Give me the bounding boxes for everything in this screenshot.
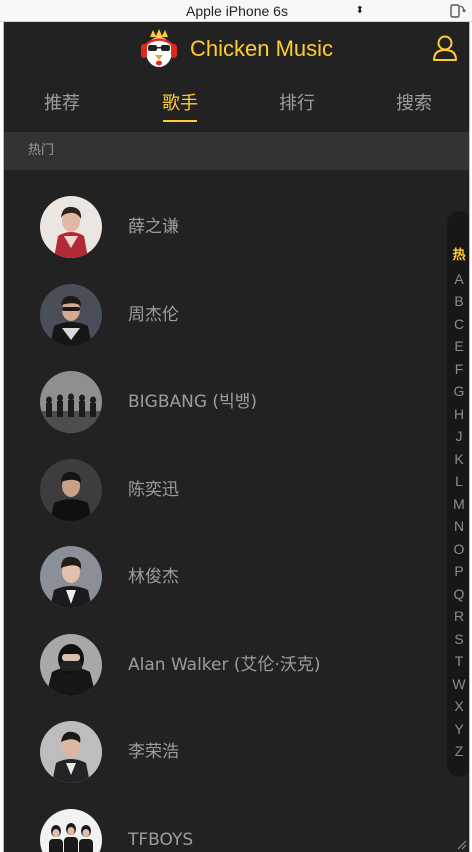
tab-recommend[interactable]: 推荐 bbox=[22, 84, 102, 124]
singer-item[interactable]: 陈奕迅 bbox=[4, 451, 444, 531]
index-letter[interactable]: 热 bbox=[447, 245, 469, 267]
device-name: Apple iPhone 6s bbox=[186, 3, 288, 19]
index-letter[interactable]: K bbox=[447, 448, 469, 470]
singer-name: 林俊杰 bbox=[128, 567, 179, 587]
tab-bar: 推荐 歌手 排行 搜索 bbox=[4, 84, 469, 128]
singer-name: TFBOYS bbox=[128, 830, 194, 850]
singer-item[interactable]: 李荣浩 bbox=[4, 713, 444, 793]
index-letter[interactable]: Z bbox=[447, 740, 469, 762]
index-letter[interactable]: B bbox=[447, 290, 469, 312]
singer-name: 陈奕迅 bbox=[128, 480, 179, 500]
index-letter[interactable]: X bbox=[447, 695, 469, 717]
singer-avatar bbox=[40, 634, 102, 696]
singer-avatar bbox=[40, 546, 102, 608]
index-letter[interactable]: W bbox=[447, 673, 469, 695]
singer-avatar bbox=[40, 721, 102, 783]
tab-search[interactable]: 搜索 bbox=[374, 84, 454, 124]
chicken-logo-icon bbox=[141, 29, 177, 67]
index-letter[interactable]: P bbox=[447, 560, 469, 582]
index-letter[interactable]: J bbox=[447, 425, 469, 447]
singer-name: 薛之谦 bbox=[128, 217, 179, 237]
active-tab-indicator bbox=[163, 120, 197, 122]
singer-item[interactable]: BIGBANG (빅뱅) bbox=[4, 363, 444, 443]
singer-avatar bbox=[40, 459, 102, 521]
index-letter[interactable]: T bbox=[447, 650, 469, 672]
singer-name: BIGBANG (빅뱅) bbox=[128, 392, 257, 412]
singer-item[interactable]: Alan Walker (艾伦·沃克) bbox=[4, 626, 444, 706]
singer-item[interactable]: 林俊杰 bbox=[4, 538, 444, 618]
singer-avatar bbox=[40, 196, 102, 258]
group-title: 热门 bbox=[28, 143, 55, 158]
index-letter[interactable]: R bbox=[447, 605, 469, 627]
index-letter[interactable]: Y bbox=[447, 718, 469, 740]
device-selector[interactable]: Apple iPhone 6s ⬍ bbox=[186, 2, 364, 20]
group-header: 热门 bbox=[4, 132, 469, 170]
app-title: Chicken Music bbox=[190, 36, 334, 61]
tab-singer[interactable]: 歌手 bbox=[140, 84, 220, 124]
index-letter[interactable]: Q bbox=[447, 583, 469, 605]
index-letter[interactable]: L bbox=[447, 470, 469, 492]
singer-avatar bbox=[40, 809, 102, 852]
index-letter[interactable]: N bbox=[447, 515, 469, 537]
index-letter[interactable]: O bbox=[447, 538, 469, 560]
singer-name: Alan Walker (艾伦·沃克) bbox=[128, 655, 321, 675]
index-letter[interactable]: S bbox=[447, 628, 469, 650]
singer-item[interactable]: 薛之谦 bbox=[4, 188, 444, 268]
singer-name: 李荣浩 bbox=[128, 742, 179, 762]
singer-name: 周杰伦 bbox=[128, 305, 179, 325]
index-letter[interactable]: M bbox=[447, 493, 469, 515]
index-letter[interactable]: H bbox=[447, 403, 469, 425]
index-letter[interactable]: A bbox=[447, 268, 469, 290]
singer-item[interactable]: TFBOYS bbox=[4, 801, 444, 852]
index-letter[interactable]: G bbox=[447, 380, 469, 402]
singer-avatar bbox=[40, 371, 102, 433]
resize-grip-icon[interactable] bbox=[455, 838, 467, 850]
alphabet-index-bar[interactable]: 热ABCEFGHJKLMNOPQRSTWXYZ bbox=[447, 211, 469, 777]
tab-rank[interactable]: 排行 bbox=[257, 84, 337, 124]
device-toolbar: Apple iPhone 6s ⬍ bbox=[0, 0, 472, 22]
singer-avatar bbox=[40, 284, 102, 346]
app-header: Chicken Music bbox=[4, 22, 469, 78]
index-letter[interactable]: E bbox=[447, 335, 469, 357]
phone-screen: Chicken Music 推荐 歌手 排行 搜索 热门 薛之谦 周杰伦 BIG… bbox=[3, 22, 470, 852]
user-icon[interactable] bbox=[432, 34, 458, 62]
select-arrows-icon: ⬍ bbox=[355, 5, 364, 16]
index-letter[interactable]: C bbox=[447, 313, 469, 335]
rotate-device-icon[interactable] bbox=[448, 2, 466, 20]
singer-item[interactable]: 周杰伦 bbox=[4, 276, 444, 356]
index-letter[interactable]: F bbox=[447, 358, 469, 380]
